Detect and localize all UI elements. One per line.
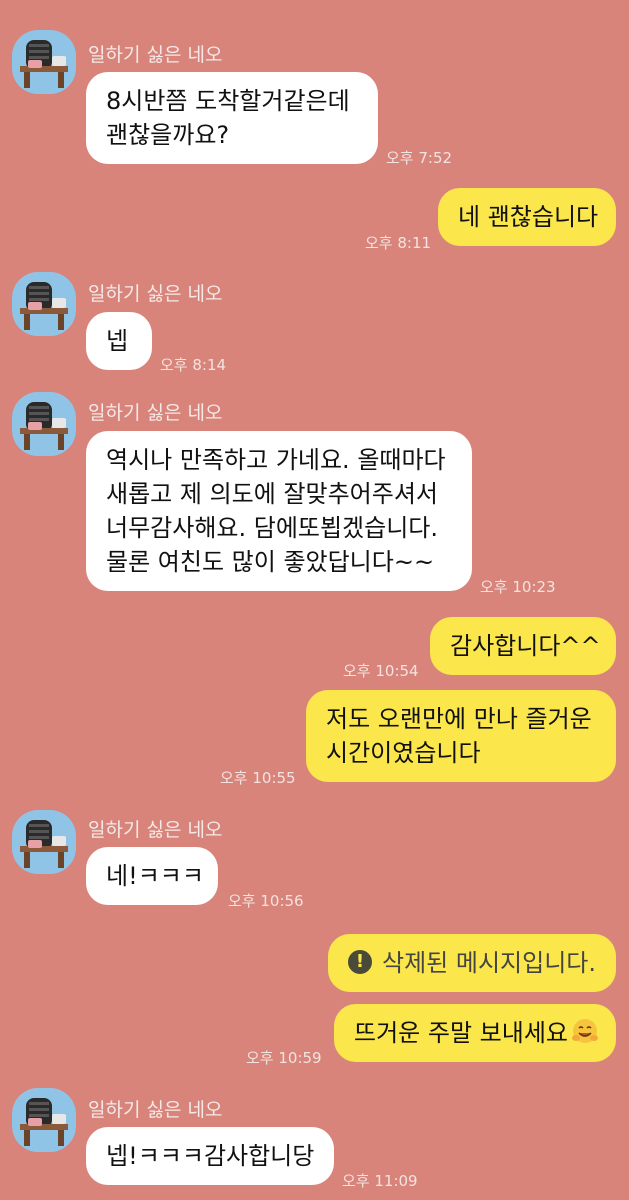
message-bubble-outgoing[interactable]: 저도 오랜만에 만나 즐거운 시간이였습니다: [306, 690, 616, 782]
message-text: 시간이였습니다: [326, 739, 481, 767]
message-bubble-incoming[interactable]: 넵!ㅋㅋㅋ감사합니당: [86, 1127, 334, 1185]
message-text: 물론 여친도 많이 좋았답니다~~: [106, 548, 435, 576]
message-text: 네!ㅋㅋㅋ: [106, 862, 204, 890]
message-text: 감사합니다^^: [450, 632, 601, 660]
avatar[interactable]: [12, 30, 76, 94]
neo-avatar-icon: [20, 402, 68, 450]
message-text: 너무감사해요. 담에또뵙겠습니다.: [106, 514, 439, 542]
message-bubble-outgoing[interactable]: 뜨거운 주말 보내세요: [334, 1004, 616, 1062]
message-time: 오후 7:52: [386, 149, 453, 167]
sender-name: 일하기 싫은 네오: [88, 283, 223, 305]
message-bubble-outgoing[interactable]: 감사합니다^^: [430, 617, 616, 675]
message-text: 역시나 만족하고 가네요. 올때마다: [106, 446, 446, 474]
neo-avatar-icon: [20, 820, 68, 868]
message-bubble-incoming[interactable]: 역시나 만족하고 가네요. 올때마다 새롭고 제 의도에 잘맞추어주셔서 너무감…: [86, 431, 472, 591]
sender-name: 일하기 싫은 네오: [88, 1099, 223, 1121]
message-time: 오후 10:23: [480, 578, 556, 596]
message-bubble-incoming[interactable]: 8시반쯤 도착할거같은데 괜찮을까요?: [86, 72, 378, 164]
avatar[interactable]: [12, 810, 76, 874]
message-text: 8시반쯤 도착할거같은데: [106, 87, 350, 115]
deleted-message-line: ! 삭제된 메시지입니다.: [348, 946, 596, 980]
message-text: 네 괜찮습니다: [458, 203, 599, 231]
message-text: 뜨거운 주말 보내세요: [354, 1019, 568, 1047]
sender-name: 일하기 싫은 네오: [88, 819, 223, 841]
avatar[interactable]: [12, 272, 76, 336]
message-text: 새롭고 제 의도에 잘맞추어주셔서: [106, 480, 439, 508]
message-line: 뜨거운 주말 보내세요: [354, 1016, 598, 1050]
message-time: 오후 10:54: [343, 662, 419, 680]
sender-name: 일하기 싫은 네오: [88, 402, 223, 424]
neo-avatar-icon: [20, 40, 68, 88]
message-bubble-outgoing[interactable]: 네 괜찮습니다: [438, 188, 616, 246]
message-time: 오후 8:14: [160, 356, 227, 374]
message-time: 오후 11:09: [342, 1172, 418, 1190]
neo-avatar-icon: [20, 282, 68, 330]
message-bubble-incoming[interactable]: 네!ㅋㅋㅋ: [86, 847, 218, 905]
message-bubble-deleted[interactable]: ! 삭제된 메시지입니다.: [328, 934, 616, 992]
message-bubble-incoming[interactable]: 넵: [86, 312, 152, 370]
message-text: 괜찮을까요?: [106, 121, 230, 149]
avatar[interactable]: [12, 1088, 76, 1152]
message-text: 저도 오랜만에 만나 즐거운: [326, 705, 592, 733]
warning-icon: !: [348, 950, 372, 974]
message-text: 삭제된 메시지입니다.: [382, 949, 596, 977]
sender-name: 일하기 싫은 네오: [88, 44, 223, 66]
avatar[interactable]: [12, 392, 76, 456]
message-time: 오후 10:59: [246, 1049, 322, 1067]
message-time: 오후 8:11: [365, 234, 432, 252]
hugging-face-emoji: [571, 1019, 598, 1043]
message-time: 오후 10:56: [228, 892, 304, 910]
message-time: 오후 10:55: [220, 769, 296, 787]
neo-avatar-icon: [20, 1098, 68, 1146]
message-text: 넵: [106, 327, 129, 355]
message-text: 넵!ㅋㅋㅋ감사합니당: [106, 1142, 315, 1170]
